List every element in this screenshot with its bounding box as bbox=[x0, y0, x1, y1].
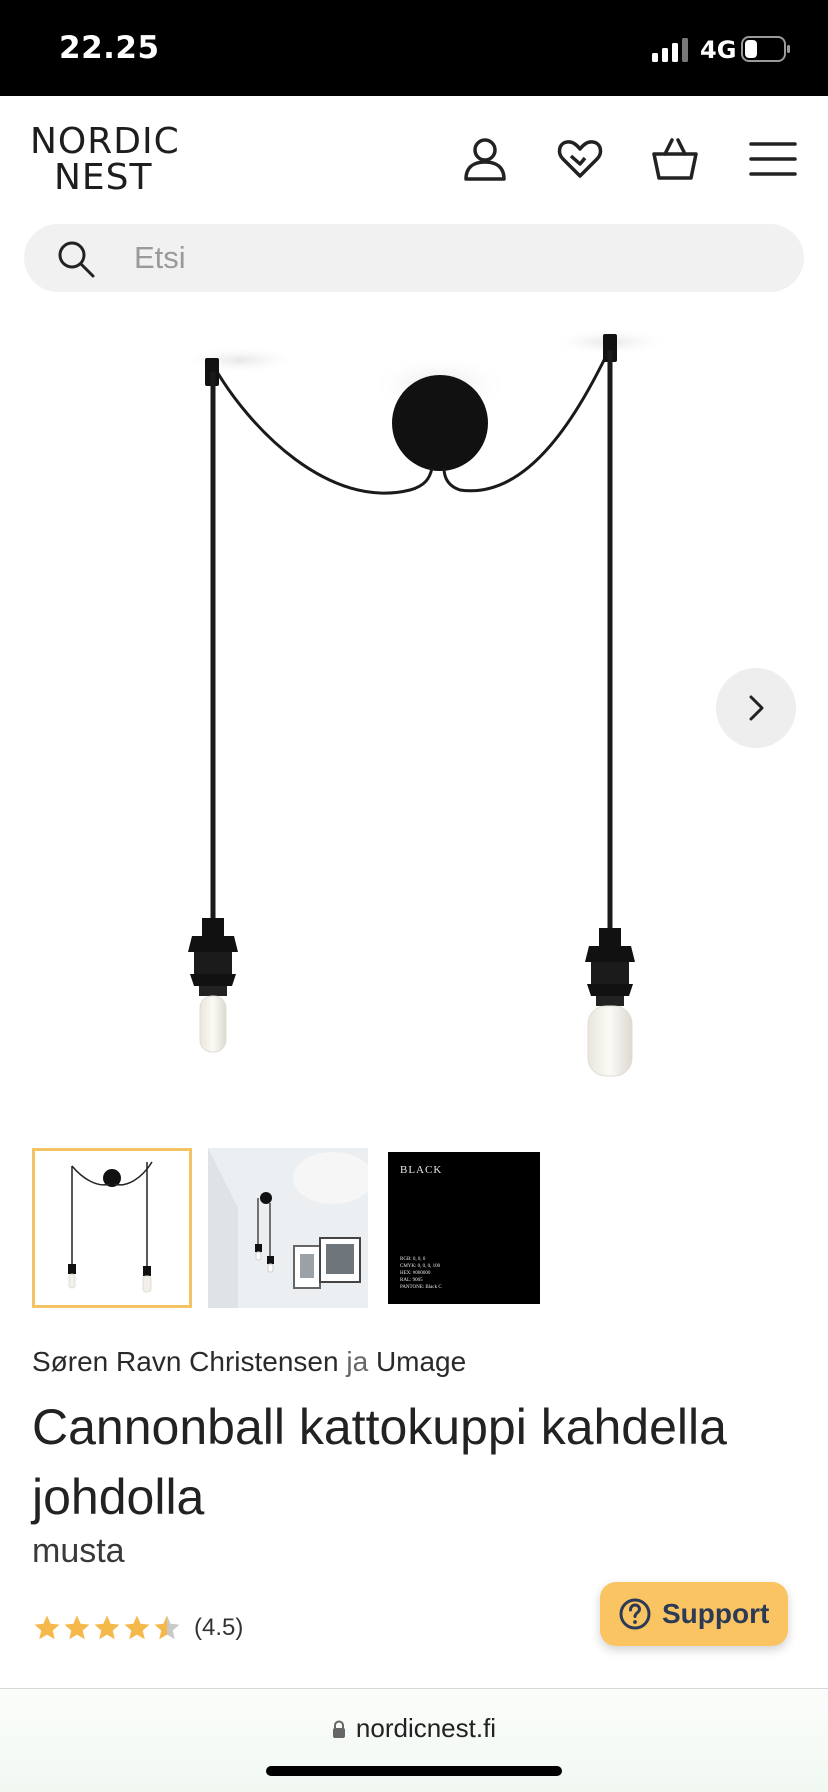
product-title: Cannonball kattokuppi kahdella johdolla bbox=[32, 1399, 727, 1525]
search-bar bbox=[24, 224, 804, 292]
thumbnail-color-swatch[interactable]: BLACK RGB: 0, 0, 0 CMYK: 0, 0, 0, 100 HE… bbox=[384, 1148, 544, 1308]
product-variant: musta bbox=[32, 1532, 125, 1570]
cart-basket-icon[interactable] bbox=[650, 134, 700, 184]
thumbnail-room[interactable] bbox=[208, 1148, 368, 1308]
star-full-icon bbox=[34, 1615, 60, 1640]
support-label: Support bbox=[662, 1598, 770, 1629]
rating-value: (4.5) bbox=[194, 1614, 244, 1641]
designer-link[interactable]: Søren Ravn Christensen bbox=[32, 1346, 339, 1377]
account-icon[interactable] bbox=[460, 134, 510, 184]
designer-connector: ja bbox=[346, 1346, 369, 1377]
swatch-spec-4: RAL: 9005 bbox=[400, 1278, 423, 1283]
help-question-icon bbox=[619, 1598, 651, 1630]
browser-address-bar[interactable]: nordicnest.fi bbox=[0, 1688, 828, 1792]
search-input[interactable] bbox=[134, 224, 774, 292]
url-display[interactable]: nordicnest.fi bbox=[0, 1713, 828, 1744]
chevron-right-icon bbox=[749, 695, 764, 721]
home-indicator[interactable] bbox=[266, 1766, 562, 1776]
status-bar: 22.25 4G bbox=[0, 0, 828, 96]
star-half-icon bbox=[154, 1615, 180, 1640]
brand-link[interactable]: Umage bbox=[376, 1346, 466, 1377]
swatch-spec-2: CMYK: 0, 0, 0, 100 bbox=[400, 1264, 441, 1269]
swatch-spec-5: PANTONE: Black C bbox=[400, 1285, 442, 1290]
product-main-image[interactable] bbox=[0, 310, 828, 1110]
star-full-icon bbox=[124, 1615, 150, 1640]
site-header: NORDIC NEST bbox=[0, 96, 828, 206]
pendant-lamp-thumbnail bbox=[68, 1161, 153, 1293]
support-button[interactable]: Support bbox=[600, 1582, 788, 1646]
product-designer-line: Søren Ravn Christensen ja Umage bbox=[32, 1346, 466, 1378]
thumbnail-product[interactable] bbox=[32, 1148, 192, 1308]
nordic-nest-logo[interactable]: NORDIC NEST bbox=[30, 121, 190, 198]
gallery-next-button[interactable] bbox=[716, 668, 796, 748]
network-type: 4G bbox=[700, 36, 737, 64]
product-rating[interactable]: (4.5) bbox=[32, 1610, 243, 1646]
logo-line-2: NEST bbox=[54, 157, 153, 198]
wishlist-heart-icon[interactable] bbox=[555, 134, 605, 184]
room-scene-thumbnail bbox=[208, 1148, 368, 1308]
logo-line-1: NORDIC bbox=[30, 121, 180, 162]
star-full-icon bbox=[64, 1615, 90, 1640]
pendant-lamp-illustration bbox=[180, 328, 670, 1077]
swatch-spec-1: RGB: 0, 0, 0 bbox=[400, 1257, 426, 1262]
search-icon[interactable] bbox=[56, 239, 96, 279]
battery-icon bbox=[741, 36, 790, 62]
swatch-title: BLACK bbox=[400, 1164, 443, 1176]
url-text: nordicnest.fi bbox=[355, 1713, 497, 1743]
cellular-signal-icon bbox=[652, 38, 688, 62]
lock-icon bbox=[332, 1720, 345, 1738]
status-time: 22.25 bbox=[59, 30, 160, 66]
swatch-spec-3: HEX: #000000 bbox=[400, 1271, 431, 1276]
star-full-icon bbox=[94, 1615, 120, 1640]
menu-hamburger-icon[interactable] bbox=[748, 134, 798, 184]
